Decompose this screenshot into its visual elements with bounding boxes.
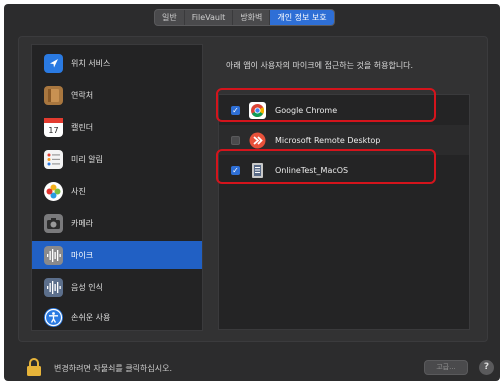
- app-row-onlinetest-macos[interactable]: ✓ OnlineTest_MacOS: [219, 155, 469, 185]
- sidebar-item-speech-recognition[interactable]: 음성 인식: [32, 273, 202, 301]
- sidebar-item-label: 마이크: [71, 250, 94, 260]
- sidebar-item-label: 손쉬운 사용: [71, 312, 111, 322]
- app-permission-list: ✓ Google Chrome Microsoft Remote Desktop…: [218, 94, 470, 330]
- tab-filevault[interactable]: FileVault: [185, 10, 234, 25]
- calendar-icon: 17: [44, 117, 63, 137]
- svg-text:17: 17: [48, 126, 58, 135]
- sidebar-item-label: 사진: [71, 186, 86, 196]
- sidebar-item-reminders[interactable]: 미리 알림: [32, 145, 202, 173]
- reminders-icon: [44, 149, 63, 169]
- tab-bar: 일반 FileVault 방화벽 개인 정보 보호: [154, 9, 335, 26]
- security-privacy-window: 일반 FileVault 방화벽 개인 정보 보호 위치 서비스 연락처 17 …: [4, 4, 500, 381]
- contacts-book-icon: [44, 85, 63, 105]
- photos-icon: [44, 181, 63, 201]
- app-name: Google Chrome: [275, 105, 338, 115]
- sidebar-item-label: 카메라: [71, 218, 94, 228]
- sidebar-item-photos[interactable]: 사진: [32, 177, 202, 205]
- tab-firewall[interactable]: 방화벽: [233, 10, 271, 25]
- help-button[interactable]: ?: [479, 360, 494, 375]
- sidebar-item-calendar[interactable]: 17 캘린더: [32, 113, 202, 141]
- tab-privacy[interactable]: 개인 정보 보호: [270, 10, 334, 25]
- sidebar-item-label: 캘린더: [71, 122, 94, 132]
- app-checkbox[interactable]: [231, 135, 240, 145]
- sidebar-item-location-services[interactable]: 위치 서비스: [32, 49, 202, 77]
- remote-desktop-icon: [249, 132, 266, 149]
- app-checkbox[interactable]: ✓: [231, 105, 240, 115]
- chrome-icon: [249, 101, 266, 119]
- app-checkbox[interactable]: ✓: [231, 165, 240, 175]
- speech-recognition-icon: [44, 277, 63, 297]
- privacy-sidebar: 위치 서비스 연락처 17 캘린더 미리 알림 사진 카메라 마이크 음성 인식…: [31, 44, 203, 331]
- sidebar-item-label: 연락처: [71, 90, 94, 100]
- app-row-microsoft-remote-desktop[interactable]: Microsoft Remote Desktop: [219, 125, 469, 155]
- tab-general[interactable]: 일반: [155, 10, 185, 25]
- microphone-waveform-icon: [44, 245, 63, 265]
- sidebar-item-label: 미리 알림: [71, 154, 103, 164]
- lock-hint-text: 변경하려면 자물쇠를 클릭하십시오.: [54, 364, 173, 373]
- sidebar-item-label: 음성 인식: [71, 282, 103, 292]
- advanced-button[interactable]: 고급...: [424, 360, 468, 375]
- app-name: OnlineTest_MacOS: [275, 165, 349, 175]
- bottom-bar: 변경하려면 자물쇠를 클릭하십시오. 고급... ?: [4, 354, 500, 381]
- sidebar-item-camera[interactable]: 카메라: [32, 209, 202, 237]
- app-document-icon: [249, 162, 266, 179]
- sidebar-item-accessibility[interactable]: 손쉬운 사용: [32, 303, 202, 331]
- microphone-access-description: 아래 앱이 사용자의 마이크에 접근하는 것을 허용합니다.: [226, 61, 414, 70]
- sidebar-item-label: 위치 서비스: [71, 58, 111, 68]
- location-arrow-icon: [44, 53, 63, 73]
- lock-icon[interactable]: [26, 357, 42, 377]
- sidebar-item-microphone[interactable]: 마이크: [32, 241, 202, 269]
- accessibility-icon: [44, 307, 63, 327]
- sidebar-item-contacts[interactable]: 연락처: [32, 81, 202, 109]
- app-name: Microsoft Remote Desktop: [275, 135, 381, 145]
- camera-icon: [44, 213, 63, 233]
- app-row-google-chrome[interactable]: ✓ Google Chrome: [219, 95, 469, 125]
